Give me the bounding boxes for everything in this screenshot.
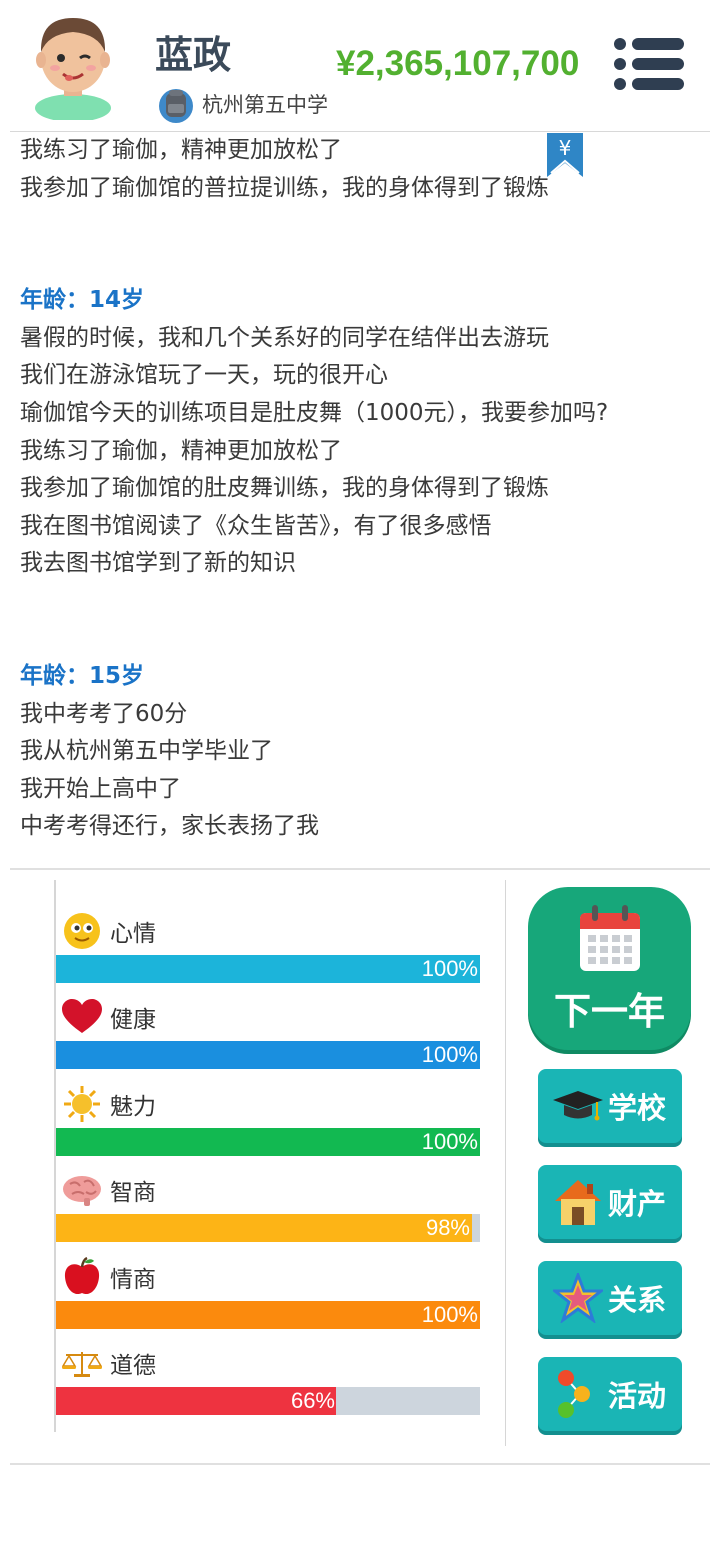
calendar-icon [580,905,640,971]
stat-name: 健康 [110,1007,156,1033]
backpack-icon [159,89,193,123]
school-info: 杭州第五中学 [158,84,328,124]
sun-icon [62,1086,102,1122]
event-log[interactable]: 我练习了瑜伽，精神更加放松了 我参加了瑜伽馆的普拉提训练，我的身体得到了锻炼 年… [20,132,710,862]
avatar[interactable] [28,8,118,120]
bottom-divider [10,1463,710,1465]
menu-icon[interactable] [612,38,684,90]
stat-fill [56,955,480,983]
log-line: 我参加了瑜伽馆的普拉提训练，我的身体得到了锻炼 [20,174,549,201]
stat-name: 情商 [110,1267,156,1293]
relations-button-label: 关系 [608,1283,667,1317]
bookmark-symbol: ¥ [559,136,572,160]
stat-value: 100% [421,956,478,981]
stat-fill [56,1214,472,1242]
log-line: 我在图书馆阅读了《众生皆苦》，有了很多感悟 [20,512,492,539]
next-year-label: 下一年 [554,990,665,1033]
age-heading-14: 年龄：14岁 [20,287,145,314]
stat-fill [56,1041,480,1069]
stat-bar: 100% [56,1041,480,1069]
log-line: 我们在游泳馆玩了一天，玩的很开心 [20,362,388,389]
player-name: 蓝政 [155,33,232,77]
brain-icon [62,1172,102,1208]
log-line: 我去图书馆学到了新的知识 [20,550,296,577]
stat-label: 道德 [62,1345,156,1381]
stat-bar: 98% [56,1214,480,1242]
heart-icon [62,999,102,1035]
smiley-icon [62,913,102,949]
stats-panel: 心情 100% 健康 100% 魅力 100% 智商 98% 情商 100% 道… [54,880,480,1432]
age-heading-15: 年龄：15岁 [20,662,145,689]
money-bookmark-icon[interactable]: ¥ [547,133,583,177]
log-line: 我练习了瑜伽，精神更加放松了 [20,137,342,163]
graduation-cap-icon [550,1078,606,1134]
property-button-label: 财产 [608,1187,667,1221]
house-icon [550,1174,606,1230]
stat-value: 98% [425,1215,470,1240]
stat-label: 健康 [62,999,156,1035]
activity-dots-icon [550,1366,606,1422]
log-line: 暑假的时候，我和几个关系好的同学在结伴出去游玩 [20,324,549,351]
log-line: 我参加了瑜伽馆的肚皮舞训练，我的身体得到了锻炼 [20,475,549,502]
stat-bar: 100% [56,1128,480,1156]
stat-bar: 66% [56,1387,480,1415]
star-icon [550,1270,606,1326]
log-line: 我中考考了60分 [20,700,188,727]
scale-icon [62,1345,102,1381]
log-divider [10,868,710,870]
log-line: 我练习了瑜伽，精神更加放松了 [20,437,342,464]
log-line: 我开始上高中了 [20,775,181,802]
stat-label: 智商 [62,1172,156,1208]
stat-bar: 100% [56,955,480,983]
stat-name: 魅力 [110,1094,156,1120]
apple-icon [62,1257,102,1295]
stat-value: 100% [421,1302,478,1327]
log-line: 我从杭州第五中学毕业了 [20,738,273,765]
stat-value: 66% [290,1388,335,1413]
school-name: 杭州第五中学 [202,93,328,117]
money-balance: ¥2,365,107,700 [336,44,580,83]
stat-bar: 100% [56,1301,480,1329]
stat-name: 智商 [110,1180,156,1206]
stat-value: 100% [421,1129,478,1154]
stat-label: 情商 [62,1257,156,1295]
stat-label: 魅力 [62,1086,156,1122]
next-year-button[interactable]: 下一年 [528,887,691,1050]
stat-fill [56,1128,480,1156]
school-button[interactable]: 学校 [538,1069,682,1143]
activities-button-label: 活动 [608,1379,667,1413]
stat-label: 心情 [62,913,156,949]
stat-name: 心情 [110,921,156,947]
relations-button[interactable]: 关系 [538,1261,682,1335]
log-line: 中考考得还行，家长表扬了我 [20,813,319,840]
property-button[interactable]: 财产 [538,1165,682,1239]
school-button-label: 学校 [608,1091,667,1125]
header: 蓝政 杭州第五中学 ¥2,365,107,700 [0,0,720,130]
activities-button[interactable]: 活动 [538,1357,682,1431]
log-line: 瑜伽馆今天的训练项目是肚皮舞（1000元），我要参加吗? [20,399,609,426]
stat-name: 道德 [110,1353,156,1379]
stat-value: 100% [421,1042,478,1067]
stat-fill [56,1301,480,1329]
panel-divider [505,880,506,1446]
